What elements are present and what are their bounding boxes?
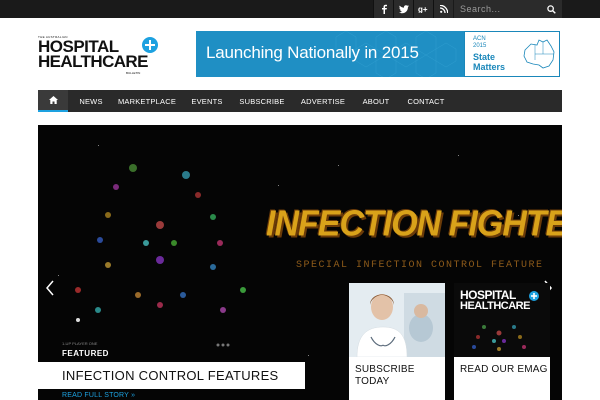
emag-card[interactable]: HOSPITAL HEALTHCARE READ OUR EMAG (454, 283, 550, 400)
search-input[interactable] (454, 0, 542, 18)
subscribe-card-label[interactable]: SUBSCRIBE TODAY (355, 364, 435, 388)
featured-title[interactable]: INFECTION CONTROL FEATURES (62, 368, 279, 383)
banner-state-matters: State Matters (473, 52, 505, 72)
nav-about[interactable]: ABOUT (359, 90, 393, 112)
banner-left-panel: Launching Nationally in 2015 (196, 31, 464, 77)
nav-subscribe[interactable]: SUBSCRIBE (238, 90, 286, 112)
banner-acn-year: 2015 (473, 43, 487, 49)
banner-acn-label: ACN (473, 36, 486, 42)
nav-advertise[interactable]: ADVERTISE (299, 90, 347, 112)
logo-plus-icon (142, 37, 158, 53)
hero-subtitle: SPECIAL INFECTION CONTROL FEATURE (296, 260, 544, 271)
chevron-left-icon (46, 280, 54, 296)
banner-state-word: State (473, 52, 496, 62)
read-more-link[interactable]: READ FULL STORY » (62, 392, 135, 399)
banner-headline: Launching Nationally in 2015 (206, 43, 419, 62)
hero-tiny-text: 1-UP PLAYER ONE (62, 341, 98, 346)
svg-text:g+: g+ (418, 5, 428, 13)
banner-ad[interactable]: Launching Nationally in 2015 ACN 2015 St… (196, 31, 560, 77)
google-plus-icon[interactable]: g+ (413, 0, 433, 18)
nav-contact[interactable]: CONTACT (405, 90, 447, 112)
featured-label: FEATURED (62, 349, 109, 358)
emag-card-label[interactable]: READ OUR EMAG (460, 364, 548, 375)
banner-right-panel: ACN 2015 State Matters (464, 31, 560, 77)
australia-map-icon (523, 39, 555, 69)
nav-events[interactable]: EVENTS (188, 90, 226, 112)
logo-bulletin-text: BULLETIN (126, 71, 141, 75)
featured-story-box[interactable]: INFECTION CONTROL FEATURES (38, 362, 305, 389)
search-box (454, 0, 562, 18)
nav-home[interactable] (38, 90, 68, 112)
banner-matters-word: Matters (473, 62, 506, 72)
slider-prev-arrow[interactable] (42, 278, 58, 298)
main-nav: NEWS MARKETPLACE EVENTS SUBSCRIBE ADVERT… (38, 90, 562, 112)
emag-cover: HOSPITAL HEALTHCARE (454, 283, 550, 357)
logo-healthcare-text: HEALTHCARE (38, 52, 148, 71)
nav-marketplace[interactable]: MARKETPLACE (118, 90, 176, 112)
doctor-photo (349, 283, 445, 357)
nav-news[interactable]: NEWS (76, 90, 106, 112)
search-icon[interactable] (542, 0, 560, 18)
rss-icon[interactable] (433, 0, 453, 18)
home-icon (48, 96, 58, 104)
twitter-icon[interactable] (393, 0, 413, 18)
subscribe-card[interactable]: SUBSCRIBE TODAY (349, 283, 445, 400)
banner-acn: ACN 2015 (473, 36, 486, 50)
site-logo[interactable]: THE AUSTRALIAN HOSPITAL HEALTHCARE BULLE… (38, 35, 160, 75)
facebook-icon[interactable] (373, 0, 393, 18)
slider-dots[interactable] (216, 343, 230, 347)
hero-title: INFECTION FIGHTERS (266, 204, 562, 244)
top-bar: g+ (0, 0, 600, 18)
